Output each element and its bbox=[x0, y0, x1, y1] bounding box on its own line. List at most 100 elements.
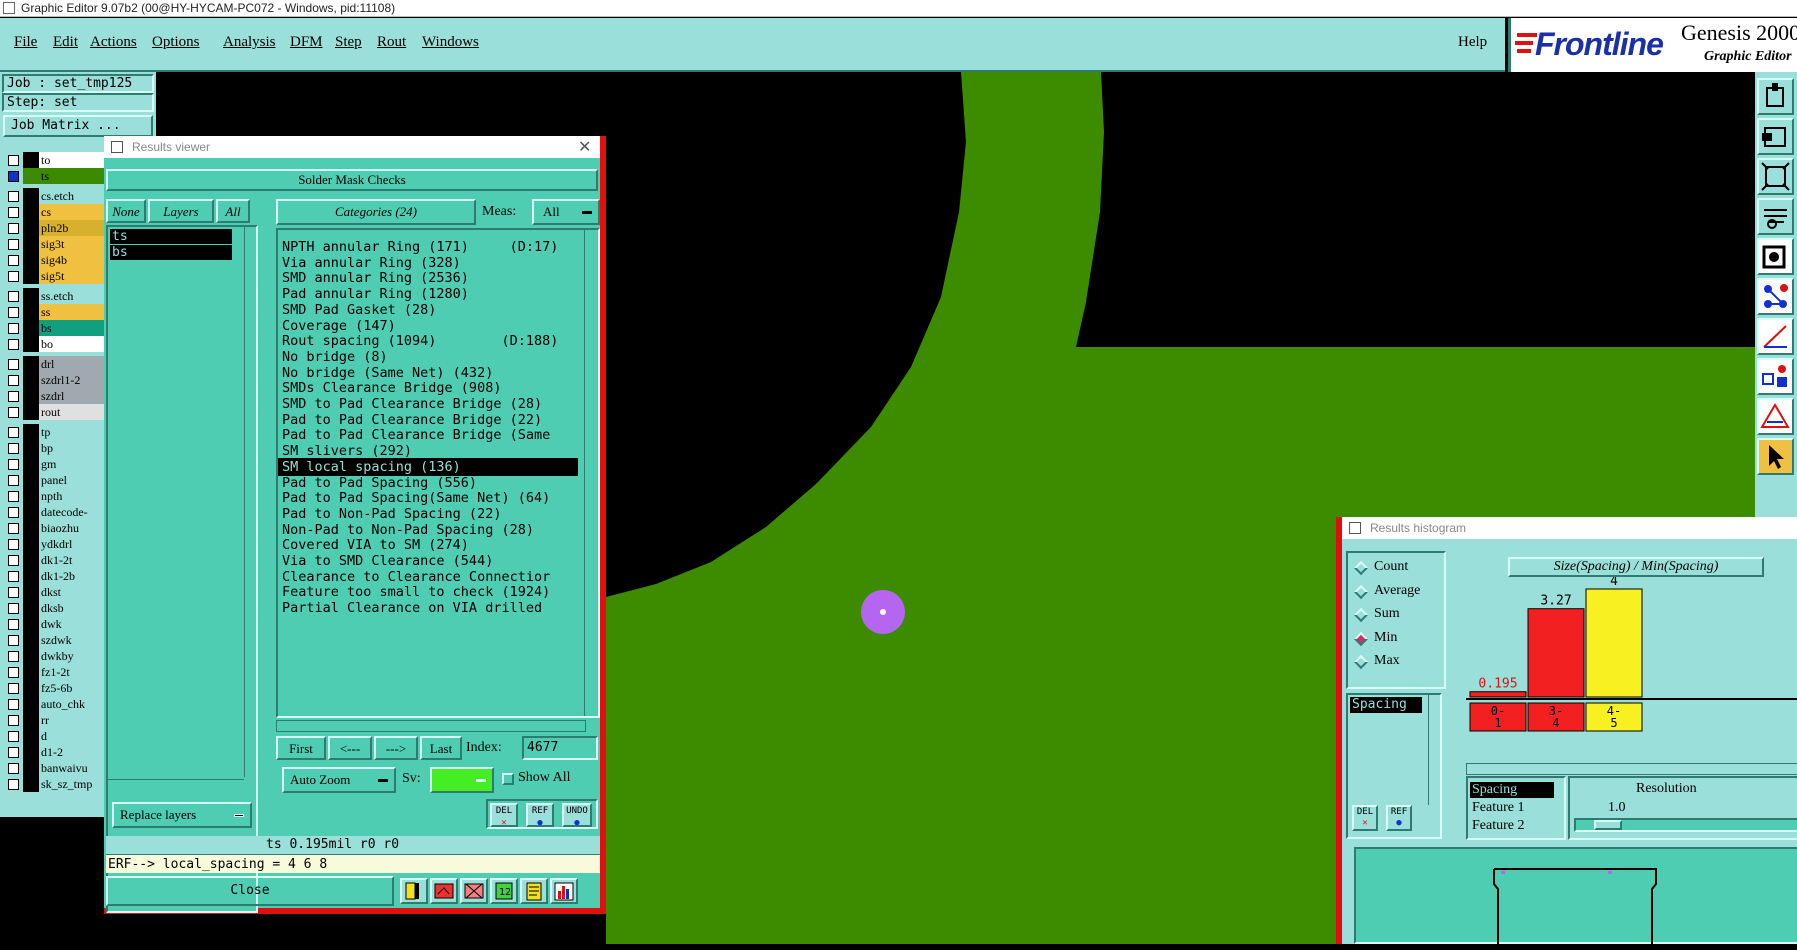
layer-checkbox[interactable] bbox=[8, 603, 19, 614]
layer-name[interactable]: szdrl bbox=[39, 388, 109, 404]
layer-name[interactable]: to bbox=[39, 152, 109, 168]
layer-row[interactable]: ts bbox=[4, 168, 109, 184]
category-scrollbar[interactable] bbox=[584, 230, 598, 716]
menu-help[interactable]: Help bbox=[1458, 34, 1487, 51]
layer-row[interactable]: tp bbox=[4, 424, 109, 440]
layers-button[interactable]: Layers bbox=[148, 199, 214, 223]
layer-row[interactable]: bp bbox=[4, 440, 109, 456]
layer-checkbox[interactable] bbox=[8, 407, 19, 418]
measure-icon[interactable] bbox=[1757, 318, 1794, 355]
layer-name[interactable]: dwkby bbox=[39, 648, 109, 664]
display-mode-icon[interactable] bbox=[1757, 238, 1794, 275]
layer-checkbox[interactable] bbox=[8, 155, 19, 166]
layer-row[interactable]: d bbox=[4, 728, 109, 744]
layer-checkbox[interactable] bbox=[8, 491, 19, 502]
drc-icon[interactable] bbox=[1757, 398, 1794, 435]
layer-row[interactable]: sk_sz_tmp bbox=[4, 776, 109, 792]
layer-checkbox[interactable] bbox=[8, 587, 19, 598]
zoom-back-icon[interactable] bbox=[1757, 118, 1794, 155]
del-button[interactable]: DEL ✕ bbox=[490, 803, 518, 828]
layer-name[interactable]: dk1-2t bbox=[39, 552, 109, 568]
auto-zoom-select[interactable]: Auto Zoom bbox=[282, 767, 396, 793]
highlight-icon[interactable] bbox=[400, 878, 428, 904]
layer-name[interactable]: npth bbox=[39, 488, 109, 504]
layer-row[interactable]: ss bbox=[4, 304, 109, 320]
job-matrix-button[interactable]: Job Matrix ... bbox=[3, 115, 153, 137]
layer-name[interactable]: sk_sz_tmp bbox=[39, 776, 109, 792]
zoom-fit-icon[interactable] bbox=[1757, 158, 1794, 195]
layer-name[interactable]: rout bbox=[39, 404, 109, 420]
layer-checkbox[interactable] bbox=[8, 443, 19, 454]
close-icon[interactable]: ✕ bbox=[578, 137, 591, 157]
stat-radio-max[interactable] bbox=[1353, 654, 1369, 670]
histogram-field[interactable]: Spacing bbox=[1470, 782, 1554, 798]
mini-map[interactable] bbox=[1354, 847, 1797, 946]
layer-checkbox[interactable] bbox=[8, 699, 19, 710]
layer-row[interactable]: dk1-2b bbox=[4, 568, 109, 584]
categories-button[interactable]: Categories (24) bbox=[276, 199, 476, 225]
resolution-slider[interactable] bbox=[1574, 818, 1797, 832]
menu-rout[interactable]: Rout bbox=[377, 34, 406, 51]
layer-row[interactable]: auto_chk bbox=[4, 696, 109, 712]
close-button[interactable]: Close bbox=[106, 876, 394, 906]
layer-name[interactable]: cs.etch bbox=[39, 188, 109, 204]
layer-checkbox[interactable] bbox=[8, 667, 19, 678]
histogram-bar[interactable] bbox=[1527, 608, 1585, 698]
layer-row[interactable]: banwaivu bbox=[4, 760, 109, 776]
hist-ref-button[interactable]: REF ● bbox=[1386, 805, 1412, 831]
all-button[interactable]: All bbox=[216, 199, 250, 223]
select-arrow-icon[interactable] bbox=[1757, 438, 1794, 475]
layer-name[interactable]: drl bbox=[39, 356, 109, 372]
layer-checkbox[interactable] bbox=[8, 359, 19, 370]
index-input[interactable]: 4677 bbox=[522, 736, 598, 760]
last-button[interactable]: Last bbox=[420, 736, 462, 760]
layer-checkbox[interactable] bbox=[8, 391, 19, 402]
layer-checkbox[interactable] bbox=[8, 715, 19, 726]
layer-checkbox[interactable] bbox=[8, 291, 19, 302]
layer-list-hscrollbar[interactable] bbox=[108, 779, 244, 791]
stat-radio-average[interactable] bbox=[1353, 584, 1369, 599]
ref-button[interactable]: REF ● bbox=[526, 803, 554, 828]
layer-checkbox[interactable] bbox=[8, 523, 19, 534]
layer-checkbox[interactable] bbox=[8, 747, 19, 758]
layer-row[interactable]: pln2b bbox=[4, 220, 109, 236]
layer-row[interactable]: szdwk bbox=[4, 632, 109, 648]
layer-name[interactable]: fz5-6b bbox=[39, 680, 109, 696]
layer-name[interactable]: datecode- bbox=[39, 504, 109, 520]
layer-name[interactable]: dk1-2b bbox=[39, 568, 109, 584]
layer-row[interactable]: bo bbox=[4, 336, 109, 352]
layer-name[interactable]: ss bbox=[39, 304, 109, 320]
histogram-field[interactable]: Feature 2 bbox=[1470, 818, 1554, 834]
category-hscrollbar[interactable] bbox=[276, 720, 586, 732]
layer-checkbox[interactable] bbox=[8, 731, 19, 742]
menu-windows[interactable]: Windows bbox=[422, 34, 479, 51]
number-icon[interactable]: 12 bbox=[490, 878, 518, 904]
show-all-checkbox[interactable] bbox=[502, 773, 514, 785]
layer-name[interactable]: dwk bbox=[39, 616, 109, 632]
layer-list-scrollbar[interactable] bbox=[244, 227, 256, 777]
report-icon[interactable] bbox=[520, 878, 548, 904]
histogram-list-scrollbar[interactable] bbox=[1428, 695, 1440, 805]
layer-checkbox[interactable] bbox=[8, 191, 19, 202]
layer-checkbox[interactable] bbox=[8, 223, 19, 234]
layer-name[interactable]: bs bbox=[39, 320, 109, 336]
layer-row[interactable]: datecode- bbox=[4, 504, 109, 520]
layer-row[interactable]: szdrl1-2 bbox=[4, 372, 109, 388]
result-layer-item[interactable]: bs bbox=[110, 245, 232, 260]
layer-row[interactable]: dksb bbox=[4, 600, 109, 616]
histogram-field[interactable]: Feature 1 bbox=[1470, 800, 1554, 816]
layer-row[interactable]: rout bbox=[4, 404, 109, 420]
pad-info-icon[interactable] bbox=[1757, 358, 1794, 395]
menu-analysis[interactable]: Analysis bbox=[223, 34, 276, 51]
layer-row[interactable]: ss.etch bbox=[4, 288, 109, 304]
layer-checkbox[interactable] bbox=[8, 239, 19, 250]
layer-name[interactable]: ss.etch bbox=[39, 288, 109, 304]
prev-button[interactable]: <--- bbox=[328, 736, 372, 760]
layer-checkbox[interactable] bbox=[8, 619, 19, 630]
layer-row[interactable]: bs bbox=[4, 320, 109, 336]
histogram-icon[interactable] bbox=[550, 878, 578, 904]
layer-row[interactable]: dwk bbox=[4, 616, 109, 632]
layer-name[interactable]: sig5t bbox=[39, 268, 109, 284]
category-item[interactable]: Partial Clearance on VIA drilled bbox=[278, 599, 578, 617]
layer-checkbox[interactable] bbox=[8, 683, 19, 694]
